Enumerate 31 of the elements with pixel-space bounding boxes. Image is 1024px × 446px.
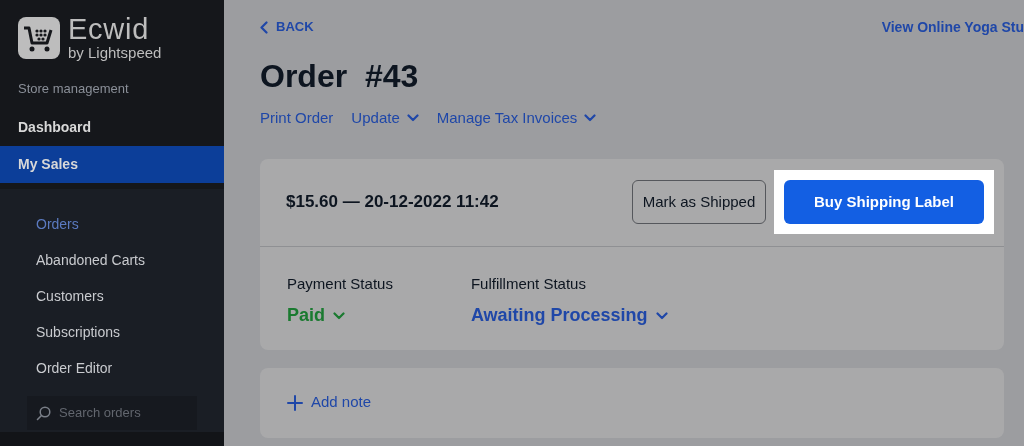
search-field[interactable]: Search orders xyxy=(27,395,197,430)
submenu-item[interactable]: Orders xyxy=(36,214,79,235)
submenu-item[interactable]: Customers xyxy=(36,286,104,307)
submenu-item[interactable]: Subscriptions xyxy=(36,322,121,343)
logo-tagline: by Lightspeed xyxy=(68,45,162,60)
submenu-item[interactable]: Order Editor xyxy=(36,358,113,379)
action-link[interactable]: Manage Tax Invoices xyxy=(436,107,597,130)
order-summary: $15.60 — 20-12-2022 11:42 xyxy=(286,191,500,214)
action-link[interactable]: Print Order xyxy=(260,107,334,130)
section-label: Store management xyxy=(17,80,130,98)
view-store-link[interactable]: View Online Yoga Stu xyxy=(881,16,1024,38)
status-label: Fulfillment Status xyxy=(470,273,587,294)
sidebar-item[interactable]: My Sales xyxy=(0,145,224,183)
caret-icon xyxy=(584,114,597,123)
status-dropdown[interactable]: Awaiting Processing xyxy=(470,302,668,329)
page-title: Order #43 xyxy=(260,60,420,92)
status-dropdown[interactable]: Paid xyxy=(287,302,393,329)
cart-logo-icon xyxy=(18,16,60,59)
submenu-item[interactable]: Abandoned Carts xyxy=(36,250,145,271)
plus-icon xyxy=(287,394,303,411)
caret-icon xyxy=(655,311,668,320)
mark-shipped-button[interactable]: Mark as Shipped xyxy=(632,180,766,224)
search-icon xyxy=(36,405,51,421)
add-note-link[interactable]: Add note xyxy=(287,391,372,414)
buy-label-button[interactable]: Buy Shipping Label xyxy=(784,180,984,224)
back-link[interactable]: BACK xyxy=(260,17,314,37)
caret-icon xyxy=(406,114,419,123)
status-label: Payment Status xyxy=(287,273,393,294)
logo-name: Ecwid xyxy=(68,15,150,44)
caret-icon xyxy=(333,311,345,320)
action-link[interactable]: Update xyxy=(351,107,419,130)
